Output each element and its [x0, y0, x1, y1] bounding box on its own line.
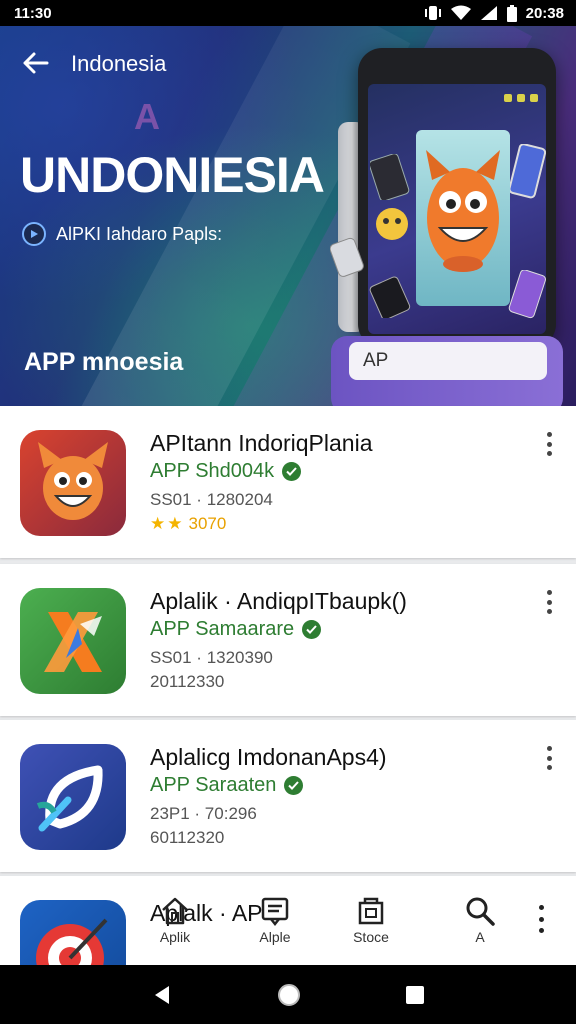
- hero-banner: Indonesia A UNDONIESIA AlPKI Iahdaro Pap…: [0, 26, 576, 406]
- app-icon-x-logo: [20, 588, 126, 694]
- app-meta-secondary: 60112320: [150, 828, 225, 847]
- floating-phone-icon: [370, 154, 410, 200]
- back-button[interactable]: [18, 46, 52, 80]
- hero-tagline: AlPKI Iahdaro Papls:: [22, 222, 222, 246]
- app-title: APItann IndoriqPlania: [150, 430, 373, 456]
- hero-tagline-text: AlPKI Iahdaro Papls:: [56, 223, 223, 244]
- verified-check-icon: [282, 462, 302, 481]
- hero-accent-letter: A: [134, 96, 160, 137]
- nav-label: Stoce: [353, 929, 389, 945]
- star-icon: ★: [150, 514, 166, 533]
- header-title: Indonesia: [71, 51, 167, 76]
- status-time: 11:30: [14, 4, 52, 22]
- more-options-button[interactable]: [538, 744, 560, 772]
- mascot-illustration: [426, 150, 500, 272]
- battery-icon: [506, 4, 517, 22]
- app-icon-mascot: [20, 430, 126, 536]
- app-title: Aplalicg ImdonanAps4): [150, 744, 387, 770]
- play-badge-icon: [22, 222, 46, 246]
- nav-item-search[interactable]: A: [440, 895, 520, 945]
- verified-check-icon: [284, 776, 304, 795]
- app-meta: SS01 · 1280204: [150, 490, 273, 509]
- more-options-button[interactable]: [538, 430, 560, 458]
- status-icons: 20:38: [424, 4, 564, 22]
- floating-phone-icon: [369, 276, 411, 318]
- app-developer: APP Saraaten: [150, 774, 304, 797]
- developer-name: APP Saraaten: [150, 774, 277, 796]
- signal-icon: [480, 6, 497, 20]
- list-item[interactable]: Aplalicg ImdonanAps4) APP Saraaten 23P1 …: [0, 720, 576, 872]
- nav-label: Alple: [259, 929, 291, 945]
- app-meta: SS01 · 1320390: [150, 648, 273, 667]
- search-icon: [466, 897, 495, 926]
- verified-check-icon: [302, 620, 322, 639]
- nav-label: A: [475, 929, 485, 945]
- app-title: Aplalik · AndiqpITbaupk(): [150, 588, 407, 614]
- hero-headline: UNDONIESIA: [20, 147, 325, 203]
- mascot-card: [416, 130, 510, 306]
- gadget-sticker: [330, 237, 364, 277]
- floating-phone-icon: [510, 144, 546, 199]
- nav-item-news[interactable]: Alple: [235, 895, 315, 945]
- floating-phone-icon: [508, 270, 546, 319]
- status-bar: 11:30 20:38: [0, 0, 576, 26]
- status-clock-right: 20:38: [525, 4, 564, 22]
- news-icon: [261, 897, 289, 927]
- nav-label: Aplik: [159, 929, 191, 945]
- nav-item-home[interactable]: Aplik: [135, 895, 215, 945]
- app-developer: APP Samaarare: [150, 618, 322, 641]
- wifi-icon: [450, 5, 471, 20]
- vibrate-icon: [424, 6, 441, 20]
- rating-value: 3070: [188, 514, 227, 533]
- yellow-creature-sticker: [376, 208, 408, 240]
- bottom-navigation: Aplik Alple Stoce A: [0, 895, 576, 965]
- nav-item-store[interactable]: Stoce: [331, 895, 411, 945]
- store-icon: [358, 897, 384, 925]
- more-options-button[interactable]: [538, 588, 560, 616]
- star-icon: ★: [167, 514, 183, 533]
- search-input[interactable]: [349, 342, 547, 380]
- developer-name: APP Shd004k: [150, 460, 275, 482]
- arrow-left-icon: [23, 52, 49, 74]
- app-meta-secondary: 20112330: [150, 672, 225, 691]
- system-home-button[interactable]: [276, 982, 302, 1008]
- app-icon-leaf-logo: [20, 744, 126, 850]
- app-developer: APP Shd004k: [150, 460, 302, 483]
- hero-section-title: APP mnoesia: [24, 348, 184, 376]
- list-item[interactable]: APItann IndoriqPlania APP Shd004k SS01 ·…: [0, 406, 576, 558]
- system-back-button[interactable]: [151, 984, 173, 1006]
- phone-illustration: [358, 48, 556, 348]
- system-navigation-bar: [0, 965, 576, 1024]
- home-icon: [162, 897, 188, 925]
- developer-name: APP Samaarare: [150, 618, 295, 640]
- nav-more-button[interactable]: [534, 905, 548, 933]
- list-item[interactable]: Aplalik · AndiqpITbaupk() APP Samaarare …: [0, 564, 576, 716]
- app-rating: ★ ★ 3070: [150, 514, 226, 534]
- system-recents-button[interactable]: [405, 985, 425, 1005]
- app-meta: 23P1 · 70:296: [150, 804, 257, 823]
